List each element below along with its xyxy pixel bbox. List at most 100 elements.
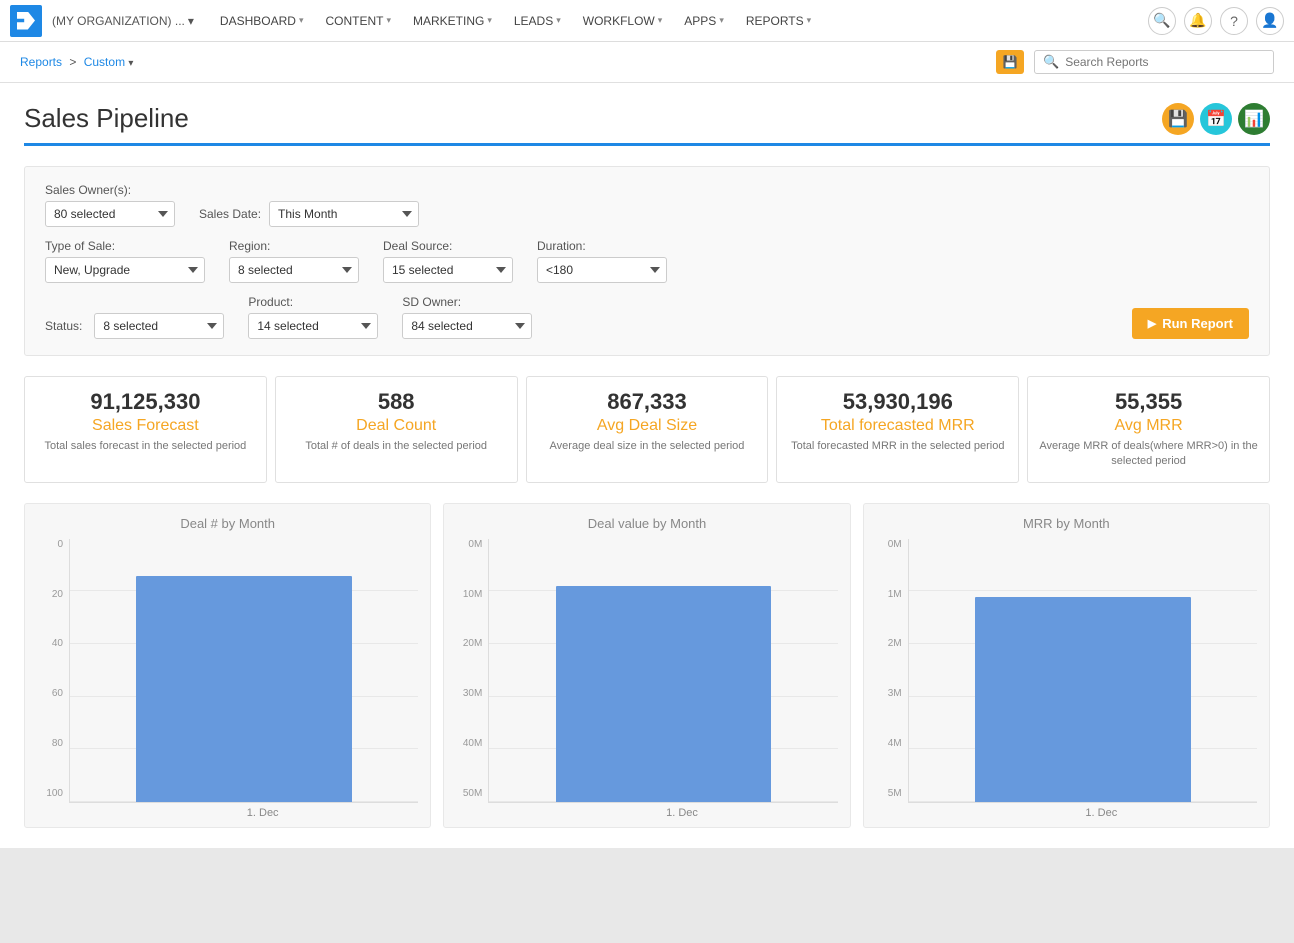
nav-marketing[interactable]: MARKETING ▾ [403, 8, 502, 34]
breadcrumb-dropdown-icon[interactable]: ▾ [128, 58, 133, 69]
chart-grid [908, 539, 1257, 803]
sales-date-select[interactable]: This Month [269, 201, 419, 227]
sd-owner-label: SD Owner: [402, 295, 532, 309]
metric-card: 588 Deal Count Total # of deals in the s… [275, 376, 518, 483]
y-axis-label: 0M [888, 539, 902, 550]
y-axis-label: 60 [52, 688, 63, 699]
metric-desc: Total # of deals in the selected period [286, 439, 507, 454]
chart-title: MRR by Month [876, 516, 1257, 531]
chevron-down-icon: ▾ [807, 15, 812, 26]
chart-area: 100806040200 1. Dec [37, 539, 418, 819]
metric-desc: Total sales forecast in the selected per… [35, 439, 256, 454]
x-labels: 1. Dec [908, 803, 1257, 819]
nav-workflow[interactable]: WORKFLOW ▾ [573, 8, 673, 34]
region-label: Region: [229, 239, 359, 253]
nav-dashboard[interactable]: DASHBOARD ▾ [210, 8, 314, 34]
org-selector[interactable]: (MY ORGANIZATION) ... ▾ [52, 14, 194, 28]
org-chevron-icon: ▾ [188, 14, 194, 28]
main-content: Sales Pipeline 💾 📅 📊 Sales Owner(s): 80 … [0, 83, 1294, 848]
chart-inner: 1. Dec [908, 539, 1257, 819]
metric-value: 55,355 [1038, 389, 1259, 415]
y-axis-label: 80 [52, 738, 63, 749]
nav-content[interactable]: CONTENT ▾ [315, 8, 401, 34]
chart-grid [69, 539, 418, 803]
schedule-icon[interactable]: 📅 [1200, 103, 1232, 135]
filter-row-2: Type of Sale: New, Upgrade Region: 8 sel… [45, 239, 1249, 283]
notifications-icon[interactable]: 🔔 [1184, 7, 1212, 35]
metric-title: Deal Count [286, 417, 507, 435]
bar-area [489, 539, 837, 802]
breadcrumb: Reports > Custom ▾ [20, 55, 133, 69]
run-report-button[interactable]: ▶ Run Report [1132, 308, 1249, 339]
region-filter: Region: 8 selected [229, 239, 359, 283]
y-axis: 50M40M30M20M10M0M [456, 539, 488, 819]
x-labels: 1. Dec [488, 803, 837, 819]
chevron-down-icon: ▾ [299, 15, 304, 26]
chart-grid [488, 539, 837, 803]
search-bar: 🔍 [1034, 50, 1274, 74]
y-axis-label: 10M [463, 589, 482, 600]
region-select[interactable]: 8 selected [229, 257, 359, 283]
nav-apps[interactable]: APPS ▾ [674, 8, 734, 34]
deal-source-select[interactable]: 15 selected [383, 257, 513, 283]
sd-owner-filter: SD Owner: 84 selected [402, 295, 532, 339]
play-icon: ▶ [1148, 317, 1156, 330]
metric-value: 91,125,330 [35, 389, 256, 415]
page-title: Sales Pipeline [24, 103, 189, 134]
metric-desc: Average MRR of deals(where MRR>0) in the… [1038, 439, 1259, 470]
breadcrumb-custom[interactable]: Custom [84, 55, 125, 69]
status-select[interactable]: 8 selected [94, 313, 224, 339]
breadcrumb-search-group: 💾 🔍 [996, 50, 1274, 74]
status-filter: Status: 8 selected [45, 313, 224, 339]
chart-area: 5M4M3M2M1M0M 1. Dec [876, 539, 1257, 819]
nav-utility-icons: 🔍 🔔 ? 👤 [1148, 7, 1284, 35]
chevron-down-icon: ▾ [487, 15, 492, 26]
chart-area: 50M40M30M20M10M0M 1. Dec [456, 539, 837, 819]
y-axis-label: 50M [463, 788, 482, 799]
deal-source-filter: Deal Source: 15 selected [383, 239, 513, 283]
y-axis-label: 20 [52, 589, 63, 600]
product-select[interactable]: 14 selected [248, 313, 378, 339]
metric-value: 867,333 [537, 389, 758, 415]
chart-title: Deal value by Month [456, 516, 837, 531]
nav-leads[interactable]: LEADS ▾ [504, 8, 571, 34]
duration-select[interactable]: <180 [537, 257, 667, 283]
metric-desc: Average deal size in the selected period [537, 439, 758, 454]
type-of-sale-label: Type of Sale: [45, 239, 205, 253]
export-excel-icon[interactable]: 📊 [1238, 103, 1270, 135]
chart-bar [556, 586, 772, 802]
metric-title: Avg MRR [1038, 417, 1259, 435]
filter-row-1: Sales Owner(s): 80 selected Sales Date: … [45, 183, 1249, 227]
y-axis-label: 100 [46, 788, 63, 799]
sd-owner-select[interactable]: 84 selected [402, 313, 532, 339]
save-report-icon[interactable]: 💾 [1162, 103, 1194, 135]
y-axis-label: 2M [888, 638, 902, 649]
sales-owners-label: Sales Owner(s): [45, 183, 175, 197]
save-icon[interactable]: 💾 [996, 50, 1024, 74]
y-axis-label: 1M [888, 589, 902, 600]
metrics-row: 91,125,330 Sales Forecast Total sales fo… [24, 376, 1270, 483]
type-of-sale-select[interactable]: New, Upgrade [45, 257, 205, 283]
product-filter: Product: 14 selected [248, 295, 378, 339]
app-logo[interactable] [10, 5, 42, 37]
y-axis-label: 30M [463, 688, 482, 699]
y-axis-label: 40 [52, 638, 63, 649]
type-of-sale-filter: Type of Sale: New, Upgrade [45, 239, 205, 283]
help-icon[interactable]: ? [1220, 7, 1248, 35]
search-icon[interactable]: 🔍 [1148, 7, 1176, 35]
metric-desc: Total forecasted MRR in the selected per… [787, 439, 1008, 454]
metric-value: 53,930,196 [787, 389, 1008, 415]
chart-inner: 1. Dec [488, 539, 837, 819]
y-axis-label: 0M [468, 539, 482, 550]
user-profile-icon[interactable]: 👤 [1256, 7, 1284, 35]
nav-reports[interactable]: REPORTS ▾ [736, 8, 821, 34]
search-input[interactable] [1065, 55, 1265, 69]
sales-owners-select[interactable]: 80 selected [45, 201, 175, 227]
breadcrumb-reports[interactable]: Reports [20, 55, 62, 69]
deal-source-label: Deal Source: [383, 239, 513, 253]
page-header: Sales Pipeline 💾 📅 📊 [24, 103, 1270, 146]
run-report-wrapper: ▶ Run Report [1132, 308, 1249, 339]
charts-row: Deal # by Month 100806040200 1. Dec Deal… [24, 503, 1270, 828]
y-axis-label: 4M [888, 738, 902, 749]
metric-card: 91,125,330 Sales Forecast Total sales fo… [24, 376, 267, 483]
